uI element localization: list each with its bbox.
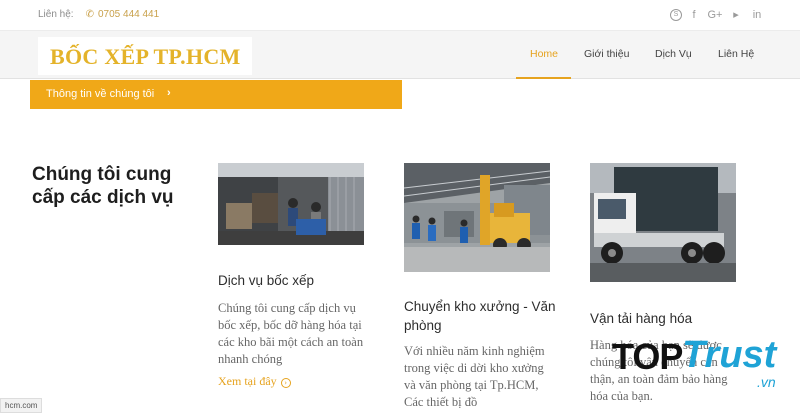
top-bar: Liên hệ: ✆ 0705 444 441 S f G+ ▸ in [0,0,800,31]
main-nav: Home Giới thiệu Dịch Vụ Liên Hệ [0,31,800,79]
skype-icon[interactable]: S [670,9,682,21]
read-more-link[interactable]: Xem tại đây › [218,374,291,389]
nav-home[interactable]: Home [530,48,558,60]
watermark-trust-text: Trust [682,334,777,376]
about-us-label: Thông tin về chúng tôi [46,88,155,100]
service-title[interactable]: Chuyển kho xưởng - Văn phòng [404,297,564,335]
site-header: BỐC XẾP TP.HCM Home Giới thiệu Dịch Vụ L… [0,31,800,79]
google-plus-icon[interactable]: G+ [706,9,724,21]
service-photo-relocation[interactable] [404,163,550,272]
phone-icon: ✆ [85,9,94,20]
service-title[interactable]: Dịch vụ bốc xếp [218,271,378,290]
service-photo-loading[interactable] [218,163,364,245]
facebook-icon[interactable]: f [685,9,703,21]
watermark-domain-text: .vn [757,374,776,390]
nav-contact[interactable]: Liên Hệ [718,48,754,60]
linkedin-icon[interactable]: in [748,9,766,21]
toptrust-watermark: TOP Trust .vn [612,330,792,402]
nav-active-indicator [516,77,571,79]
service-photo-freight[interactable] [590,163,736,282]
service-title[interactable]: Vận tải hàng hóa [590,309,750,328]
social-links: S f G+ ▸ in [667,8,766,21]
contact-info: Liên hệ: ✆ 0705 444 441 [38,9,159,20]
read-more-label: Xem tại đây [218,374,277,388]
phone-link[interactable]: 0705 444 441 [98,9,159,20]
nav-about[interactable]: Giới thiệu [584,48,629,60]
chevron-right-icon: › [167,87,171,99]
about-us-button[interactable]: Thông tin về chúng tôi › [30,80,402,109]
service-description: Chúng tôi cung cấp dịch vụ bốc xếp, bốc … [218,301,364,366]
service-description: Với nhiều năm kinh nghiệm trong việc di … [404,344,545,409]
services-heading: Chúng tôi cung cấp các dịch vụ [32,164,174,208]
nav-services[interactable]: Dịch Vụ [655,48,692,60]
contact-label: Liên hệ: [38,9,74,20]
youtube-icon[interactable]: ▸ [727,8,745,21]
watermark-top-text: TOP [612,336,683,377]
status-bar-url: hcm.com [0,398,43,413]
arrow-right-circle-icon: › [280,378,291,388]
